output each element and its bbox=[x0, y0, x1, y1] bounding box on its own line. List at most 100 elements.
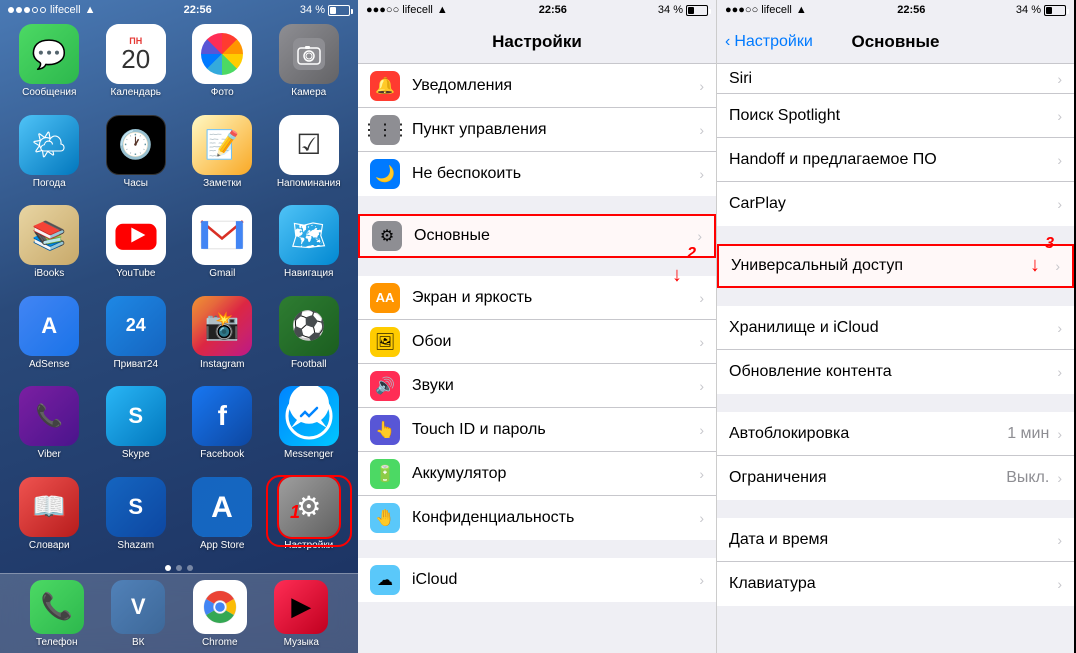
settings-row-wallpaper[interactable]: 🖼 Обои › bbox=[358, 320, 716, 364]
notes-icon: 📝 bbox=[192, 115, 252, 175]
carrier-1: lifecell bbox=[50, 4, 81, 16]
punkt-label: Пункт управления bbox=[412, 121, 699, 139]
klaviatura-chevron: › bbox=[1057, 576, 1062, 592]
svg-text:A: A bbox=[211, 491, 233, 524]
app-navigation[interactable]: 🗺 Навигация bbox=[268, 205, 351, 290]
settings-row-data[interactable]: Дата и время › bbox=[717, 518, 1074, 562]
autoblokirovka-value: 1 мин bbox=[1007, 425, 1049, 443]
osnov-scroll[interactable]: Siri › Поиск Spotlight › Handoff и предл… bbox=[717, 64, 1074, 653]
battery-fill-3 bbox=[1046, 7, 1052, 14]
settings-icon: ⚙ bbox=[279, 477, 339, 537]
settings-row-notdisturb[interactable]: 🌙 Не беспокоить › bbox=[358, 152, 716, 196]
app-slovari[interactable]: 📖 Словари bbox=[8, 477, 91, 562]
dock-vk[interactable]: V ВК bbox=[111, 580, 165, 648]
photos-label: Фото bbox=[211, 87, 234, 98]
settings-row-sounds[interactable]: 🔊 Звуки › bbox=[358, 364, 716, 408]
messenger-label: Messenger bbox=[284, 449, 333, 460]
carplay-chevron: › bbox=[1057, 196, 1062, 212]
settings-row-ogranich[interactable]: Ограничения Выкл. › bbox=[717, 456, 1074, 500]
app-ibooks[interactable]: 📚 iBooks bbox=[8, 205, 91, 290]
settings-scroll[interactable]: 🔔 Уведомления › ⋮⋮⋮ Пункт управления › 🌙… bbox=[358, 64, 716, 653]
slovari-label: Словари bbox=[29, 540, 70, 551]
app-skype[interactable]: S Skype bbox=[95, 386, 178, 471]
skype-icon: S bbox=[106, 386, 166, 446]
battery-icon-1 bbox=[328, 5, 350, 16]
autoblokirovka-label: Автоблокировка bbox=[729, 425, 1007, 443]
settings-row-hranilish[interactable]: Хранилище и iCloud › bbox=[717, 306, 1074, 350]
settings-row-handoff[interactable]: Handoff и предлагаемое ПО › bbox=[717, 138, 1074, 182]
viber-label: Viber bbox=[38, 449, 61, 460]
app-photos[interactable]: Фото bbox=[181, 24, 264, 109]
settings-row-punkt[interactable]: ⋮⋮⋮ Пункт управления › bbox=[358, 108, 716, 152]
settings-row-autoblokirovka[interactable]: Автоблокировка 1 мин › bbox=[717, 412, 1074, 456]
app-youtube[interactable]: YouTube bbox=[95, 205, 178, 290]
settings-row-siri[interactable]: Siri › bbox=[717, 64, 1074, 94]
settings-row-icloud[interactable]: ☁ iCloud › bbox=[358, 558, 716, 602]
dock-music[interactable]: ▶ Музыка bbox=[274, 580, 328, 648]
ogranich-value: Выкл. bbox=[1006, 469, 1049, 487]
carrier-3: ●●●○○ lifecell bbox=[725, 4, 792, 16]
osnov-group-univ: Универсальный доступ › bbox=[717, 244, 1074, 288]
privacy-chevron: › bbox=[699, 510, 704, 526]
page-dots bbox=[8, 561, 350, 573]
app-viber[interactable]: 📞 Viber bbox=[8, 386, 91, 471]
instagram-icon: 📸 bbox=[192, 296, 252, 356]
chrome-svg bbox=[196, 583, 244, 631]
app-football[interactable]: ⚽ Football bbox=[268, 296, 351, 381]
app-notes[interactable]: 📝 Заметки bbox=[181, 115, 264, 200]
app-calendar[interactable]: Пн 20 Календарь bbox=[95, 24, 178, 109]
skype-label: Skype bbox=[122, 449, 150, 460]
settings-row-spotlight[interactable]: Поиск Spotlight › bbox=[717, 94, 1074, 138]
hranilish-chevron: › bbox=[1057, 320, 1062, 336]
status-right-3: 34 % bbox=[1016, 4, 1066, 16]
settings-row-touchid[interactable]: 👆 Touch ID и пароль › bbox=[358, 408, 716, 452]
touchid-chevron: › bbox=[699, 422, 704, 438]
settings-row-univdostup[interactable]: Универсальный доступ › bbox=[717, 244, 1074, 288]
settings-row-osnov[interactable]: ⚙ Основные › bbox=[358, 214, 716, 258]
app-camera[interactable]: Камера bbox=[268, 24, 351, 109]
settings-row-battery[interactable]: 🔋 Аккумулятор › bbox=[358, 452, 716, 496]
app-reminders[interactable]: ☑ Напоминания bbox=[268, 115, 351, 200]
settings-row-uved[interactable]: 🔔 Уведомления › bbox=[358, 64, 716, 108]
settings-group-1: 🔔 Уведомления › ⋮⋮⋮ Пункт управления › 🌙… bbox=[358, 64, 716, 196]
app-appstore[interactable]: A App Store bbox=[181, 477, 264, 562]
settings-label: Настройки bbox=[284, 540, 333, 551]
facebook-icon: f bbox=[192, 386, 252, 446]
spacer-os-1 bbox=[717, 226, 1074, 244]
weather-icon: 🌤 bbox=[19, 115, 79, 175]
status-left-2: ●●●○○ lifecell ▲ bbox=[366, 4, 448, 16]
app-messages[interactable]: 💬 Сообщения bbox=[8, 24, 91, 109]
app-adsense[interactable]: A AdSense bbox=[8, 296, 91, 381]
reminders-icon: ☑ bbox=[279, 115, 339, 175]
spacer-os-2 bbox=[717, 288, 1074, 306]
univdostup-chevron: › bbox=[1055, 258, 1060, 274]
settings-row-obnovlenie[interactable]: Обновление контента › bbox=[717, 350, 1074, 394]
annotation-3: 3 bbox=[1045, 235, 1054, 253]
app-gmail[interactable]: Gmail bbox=[181, 205, 264, 290]
app-settings[interactable]: ⚙ Настройки bbox=[268, 477, 351, 562]
dock-phone[interactable]: 📞 Телефон bbox=[30, 580, 84, 648]
handoff-label: Handoff и предлагаемое ПО bbox=[729, 151, 1057, 169]
handoff-chevron: › bbox=[1057, 152, 1062, 168]
app-clock[interactable]: 🕐 Часы bbox=[95, 115, 178, 200]
settings-row-privacy[interactable]: 🤚 Конфиденциальность › bbox=[358, 496, 716, 540]
osnov-group-storage: Хранилище и iCloud › Обновление контента… bbox=[717, 306, 1074, 394]
settings-row-carplay[interactable]: CarPlay › bbox=[717, 182, 1074, 226]
settings-row-klaviatura[interactable]: Клавиатура › bbox=[717, 562, 1074, 606]
back-button[interactable]: ‹ Настройки bbox=[725, 33, 813, 51]
app-privat24[interactable]: 24 Приват24 bbox=[95, 296, 178, 381]
siri-label: Siri bbox=[729, 70, 1057, 88]
app-instagram[interactable]: 📸 Instagram bbox=[181, 296, 264, 381]
app-facebook[interactable]: f Facebook bbox=[181, 386, 264, 471]
dock-chrome[interactable]: Chrome bbox=[193, 580, 247, 648]
shazam-label: Shazam bbox=[117, 540, 154, 551]
app-weather[interactable]: 🌤 Погода bbox=[8, 115, 91, 200]
uved-label: Уведомления bbox=[412, 77, 699, 95]
app-messenger[interactable]: Messenger bbox=[268, 386, 351, 471]
app-shazam[interactable]: S Shazam bbox=[95, 477, 178, 562]
settings-row-screen[interactable]: AA Экран и яркость › bbox=[358, 276, 716, 320]
battery-pct-3: 34 % bbox=[1016, 4, 1041, 16]
battery-icon-2 bbox=[686, 5, 708, 16]
carrier-2: ●●●○○ lifecell bbox=[366, 4, 433, 16]
time-3: 22:56 bbox=[897, 4, 925, 16]
